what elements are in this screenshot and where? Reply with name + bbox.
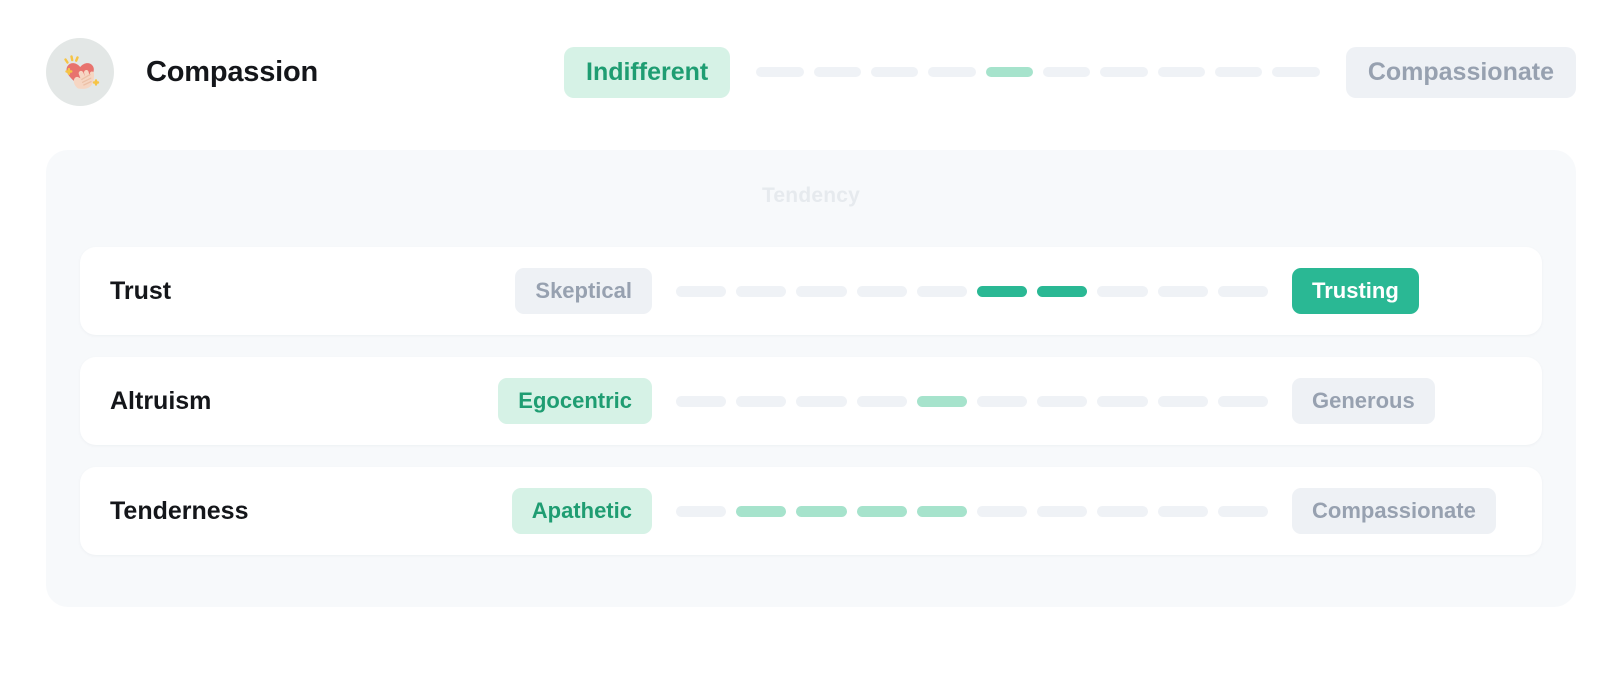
facet-right-label[interactable]: Generous (1292, 378, 1435, 424)
slider-segment[interactable] (1215, 67, 1263, 77)
slider-segment[interactable] (676, 285, 727, 297)
slider-segment[interactable] (977, 285, 1028, 297)
compassion-trait-panel: Compassion Indifferent Compassionate Ten… (0, 0, 1622, 688)
slider-segment[interactable] (1217, 395, 1269, 407)
facet-slider[interactable]: Egocentric Generous (470, 378, 1512, 424)
slider-segment[interactable] (977, 505, 1028, 517)
slider-segment[interactable] (856, 285, 907, 297)
slider-segment[interactable] (813, 67, 861, 77)
facet-left-label-wrap: Apathetic (470, 488, 652, 534)
facet-name: Altruism (110, 386, 212, 415)
slider-segment[interactable] (856, 395, 907, 407)
slider-segment[interactable] (1157, 395, 1208, 407)
tendency-panel: Tendency Trust Skeptical Trusting Altruism E… (46, 150, 1576, 607)
facet-slider[interactable]: Apathetic Compassionate (470, 488, 1512, 534)
slider-segment[interactable] (736, 395, 787, 407)
facet-segment-track[interactable] (676, 395, 1269, 407)
slider-segment[interactable] (856, 505, 907, 517)
slider-segment[interactable] (796, 285, 847, 297)
slider-segment[interactable] (1157, 505, 1208, 517)
slider-segment[interactable] (676, 395, 727, 407)
slider-segment[interactable] (676, 505, 727, 517)
facet-row: Tenderness Apathetic Compassionate (80, 467, 1542, 555)
trait-right-label[interactable]: Compassionate (1345, 46, 1576, 98)
facet-right-label-wrap: Generous (1292, 378, 1512, 424)
slider-segment[interactable] (1037, 505, 1088, 517)
heart-with-hand-icon (46, 38, 114, 106)
slider-segment[interactable] (796, 505, 847, 517)
facet-right-label[interactable]: Trusting (1292, 268, 1419, 314)
facet-slider[interactable]: Skeptical Trusting (470, 268, 1512, 314)
facet-left-label[interactable]: Skeptical (515, 268, 652, 314)
panel-heading: Tendency (761, 184, 861, 207)
facet-row: Altruism Egocentric Generous (80, 357, 1542, 445)
slider-segment[interactable] (870, 67, 919, 77)
facet-segment-track[interactable] (676, 285, 1269, 297)
slider-segment[interactable] (1037, 285, 1088, 297)
facet-left-label-wrap: Skeptical (470, 268, 652, 314)
slider-segment[interactable] (916, 395, 968, 407)
slider-segment[interactable] (1097, 285, 1148, 297)
slider-segment[interactable] (756, 67, 804, 77)
trait-slider[interactable]: Indifferent Compassionate (564, 46, 1576, 98)
trait-segment-track[interactable] (756, 67, 1320, 77)
facet-left-label-wrap: Egocentric (470, 378, 652, 424)
slider-segment[interactable] (1157, 67, 1206, 77)
slider-segment[interactable] (796, 395, 847, 407)
slider-segment[interactable] (928, 67, 976, 77)
slider-segment[interactable] (1097, 505, 1148, 517)
facet-segment-track[interactable] (676, 505, 1269, 517)
slider-segment[interactable] (916, 285, 968, 297)
facet-right-label-wrap: Trusting (1292, 268, 1512, 314)
slider-segment[interactable] (1157, 285, 1208, 297)
facet-name: Trust (110, 276, 172, 305)
slider-segment[interactable] (916, 505, 968, 517)
facet-left-label[interactable]: Egocentric (498, 378, 652, 424)
slider-segment[interactable] (1100, 67, 1148, 77)
slider-segment[interactable] (1097, 395, 1148, 407)
slider-segment[interactable] (736, 285, 787, 297)
facet-right-label-wrap: Compassionate (1292, 488, 1512, 534)
slider-segment[interactable] (985, 67, 1034, 77)
slider-segment[interactable] (1043, 67, 1091, 77)
page-title: Compassion (146, 55, 319, 88)
facet-row: Trust Skeptical Trusting (80, 247, 1542, 335)
slider-segment[interactable] (1217, 505, 1269, 517)
facet-left-label[interactable]: Apathetic (511, 488, 652, 534)
facet-name: Tenderness (110, 496, 249, 525)
facet-list: Trust Skeptical Trusting Altruism Egocentric… (80, 247, 1542, 555)
trait-header: Compassion Indifferent Compassionate (46, 36, 1576, 108)
slider-segment[interactable] (1272, 67, 1320, 77)
slider-segment[interactable] (1217, 285, 1269, 297)
slider-segment[interactable] (1037, 395, 1088, 407)
trait-left-label[interactable]: Indifferent (564, 46, 731, 98)
slider-segment[interactable] (736, 505, 787, 517)
slider-segment[interactable] (977, 395, 1028, 407)
facet-right-label[interactable]: Compassionate (1292, 488, 1496, 534)
